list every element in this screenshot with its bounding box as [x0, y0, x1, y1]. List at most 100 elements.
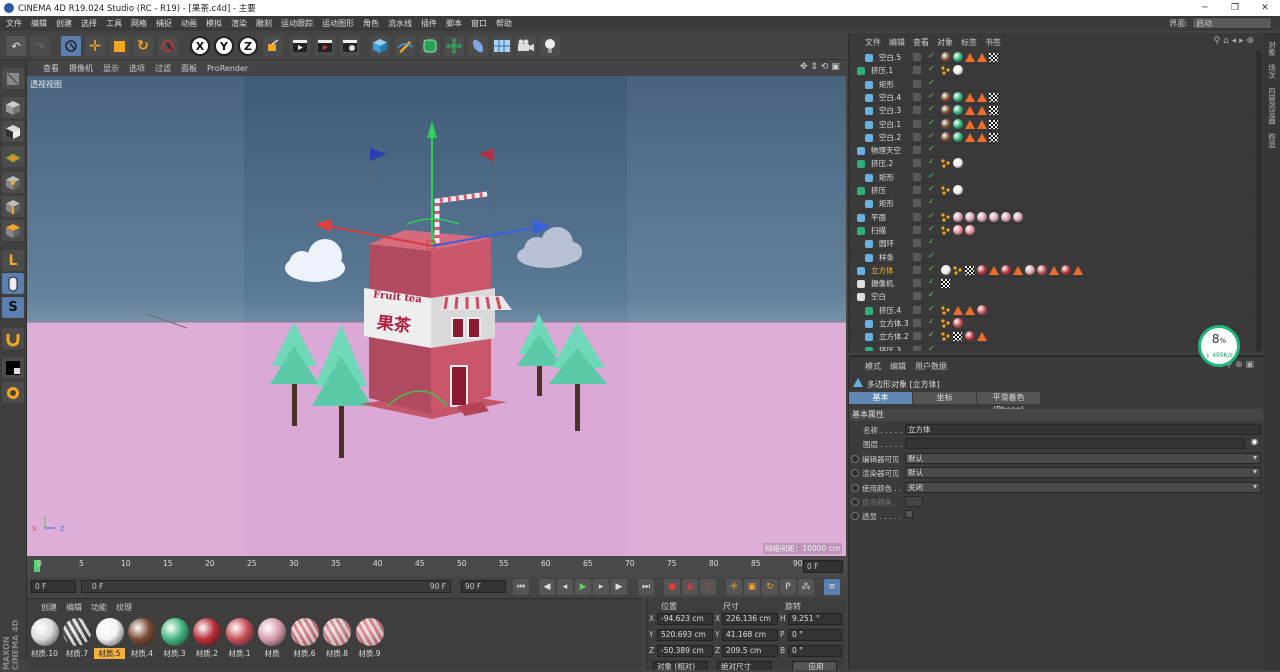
object-row[interactable]: 挤压.4 ✓: [849, 304, 1253, 317]
attribute-animate-radio[interactable]: [851, 454, 859, 463]
scale-key-icon[interactable]: ▣: [744, 579, 760, 595]
object-name[interactable]: 挤压.2: [871, 158, 893, 169]
material-tag[interactable]: [1013, 211, 1023, 222]
menu-item[interactable]: 模拟: [206, 18, 222, 29]
dots-tag-icon[interactable]: [941, 332, 950, 341]
menu-item[interactable]: 文件: [6, 18, 22, 29]
material-tag[interactable]: [989, 211, 999, 222]
magnet-icon[interactable]: [2, 328, 24, 349]
object-name[interactable]: 挤压.3: [879, 345, 901, 351]
material-tag[interactable]: [1001, 264, 1011, 275]
menu-item[interactable]: 网格: [131, 18, 147, 29]
visibility-toggle[interactable]: [913, 159, 921, 168]
keyframe-selection-icon[interactable]: ?: [700, 579, 716, 595]
material-swatch[interactable]: 材质.7: [62, 618, 93, 664]
enabled-check[interactable]: ✓: [928, 78, 935, 87]
object-row[interactable]: 空白.4 ✓: [849, 91, 1253, 105]
material-tag[interactable]: [965, 211, 975, 222]
object-row[interactable]: 空白.5 ✓: [849, 51, 1253, 65]
visibility-toggle[interactable]: [913, 186, 921, 194]
scale-tool-icon[interactable]: [109, 36, 129, 56]
enabled-check[interactable]: ✓: [928, 91, 935, 100]
visibility-toggle[interactable]: [913, 212, 921, 221]
coordinate-system-icon[interactable]: [263, 36, 283, 56]
position-field[interactable]: 520.693 cm: [657, 629, 713, 641]
object-name[interactable]: 矩形: [879, 79, 894, 90]
enabled-check[interactable]: ✓: [928, 264, 935, 273]
dots-tag-icon[interactable]: [941, 306, 950, 315]
autokey-icon[interactable]: ◉: [682, 579, 698, 595]
visibility-toggle[interactable]: [913, 106, 921, 115]
object-row[interactable]: 物理天空 ✓: [849, 144, 1253, 158]
visibility-toggle[interactable]: [913, 66, 921, 75]
texture-tag-icon[interactable]: [965, 265, 974, 275]
material-tag[interactable]: [977, 211, 987, 222]
attribute-menu-item[interactable]: 编辑: [890, 361, 906, 372]
next-frame-icon[interactable]: ▸: [593, 579, 609, 595]
material-tag[interactable]: [941, 52, 951, 62]
object-name[interactable]: 摄像机: [871, 278, 894, 289]
enabled-check[interactable]: ✓: [928, 64, 935, 73]
material-menu-item[interactable]: 创建: [41, 602, 57, 613]
texture-tag-icon[interactable]: [941, 279, 950, 289]
phong-tag-icon[interactable]: [977, 106, 987, 116]
object-name[interactable]: 空白.4: [879, 92, 901, 103]
object-row[interactable]: 平面 ✓: [849, 211, 1253, 224]
menu-item[interactable]: 运动图形: [322, 18, 354, 29]
go-to-end-icon[interactable]: ⏭: [638, 579, 654, 595]
apply-button[interactable]: 应用: [792, 661, 837, 671]
undo-icon[interactable]: ↶: [6, 36, 26, 56]
visibility-toggle[interactable]: [913, 199, 921, 208]
menu-item[interactable]: 创建: [56, 18, 72, 29]
attribute-tab[interactable]: 坐标: [913, 392, 976, 404]
z-axis-lock-icon[interactable]: Z: [238, 36, 258, 56]
material-tag[interactable]: [953, 318, 963, 328]
object-row[interactable]: 挤压.1 ✓: [849, 64, 1253, 78]
object-name[interactable]: 空白: [871, 291, 886, 302]
dots-tag-icon[interactable]: [941, 186, 950, 195]
viewport-menu-item[interactable]: 摄像机: [69, 63, 93, 74]
object-row[interactable]: 矩形 ✓: [849, 78, 1253, 91]
object-name[interactable]: 扫描: [871, 225, 886, 236]
phong-tag-icon[interactable]: [965, 53, 975, 62]
perspective-viewport[interactable]: 透视视图 Fruit tea 果茶 X Z 网格间距：10000 cm: [27, 76, 846, 556]
menu-item[interactable]: 编辑: [31, 18, 47, 29]
dots-tag-icon[interactable]: [941, 319, 950, 328]
next-key-icon[interactable]: ▶: [611, 579, 627, 595]
viewport-navigation-icon[interactable]: ✥ ⇕ ⟲ ▣: [800, 62, 840, 72]
attribute-animate-radio[interactable]: [851, 512, 859, 521]
object-name[interactable]: 空白.2: [879, 132, 901, 143]
object-name[interactable]: 平面: [871, 212, 886, 223]
menu-item[interactable]: 捕捉: [156, 18, 172, 29]
right-dock-tab[interactable]: 内容浏览器: [1267, 87, 1278, 125]
phong-tag-icon[interactable]: [977, 332, 987, 342]
material-tag[interactable]: [953, 211, 963, 222]
object-row[interactable]: 挤压.2 ✓: [849, 157, 1253, 171]
texture-mode-icon[interactable]: [2, 121, 24, 142]
object-name[interactable]: 物理天空: [871, 145, 901, 156]
menu-item[interactable]: 动画: [181, 18, 197, 29]
enabled-check[interactable]: ✓: [928, 304, 935, 313]
enabled-check[interactable]: ✓: [928, 184, 935, 193]
texture-tag-icon[interactable]: [953, 332, 962, 342]
visibility-toggle[interactable]: [913, 332, 921, 341]
visibility-toggle[interactable]: [913, 146, 921, 155]
menu-item[interactable]: 运动跟踪: [281, 18, 313, 29]
attribute-value-field[interactable]: 关闭: [905, 481, 1261, 493]
visibility-toggle[interactable]: [913, 319, 921, 327]
material-swatch[interactable]: 材质.1: [224, 618, 255, 664]
previous-frame-icon[interactable]: ◂: [557, 579, 573, 595]
material-tag[interactable]: [953, 158, 963, 169]
menu-item[interactable]: 流水线: [388, 18, 412, 29]
material-tag[interactable]: [941, 118, 951, 129]
phong-tag-icon[interactable]: [977, 132, 987, 142]
visibility-toggle[interactable]: [913, 119, 921, 128]
rotation-key-icon[interactable]: ↻: [762, 579, 778, 595]
material-tag[interactable]: [953, 105, 963, 116]
object-row[interactable]: 空白.1 ✓: [849, 118, 1253, 131]
material-swatch[interactable]: 材质.8: [322, 618, 353, 664]
render-to-picture-viewer-icon[interactable]: [315, 36, 335, 56]
object-name[interactable]: 挤压.1: [871, 65, 893, 76]
select-tool-icon[interactable]: [61, 36, 81, 56]
camera-icon[interactable]: [516, 36, 536, 56]
